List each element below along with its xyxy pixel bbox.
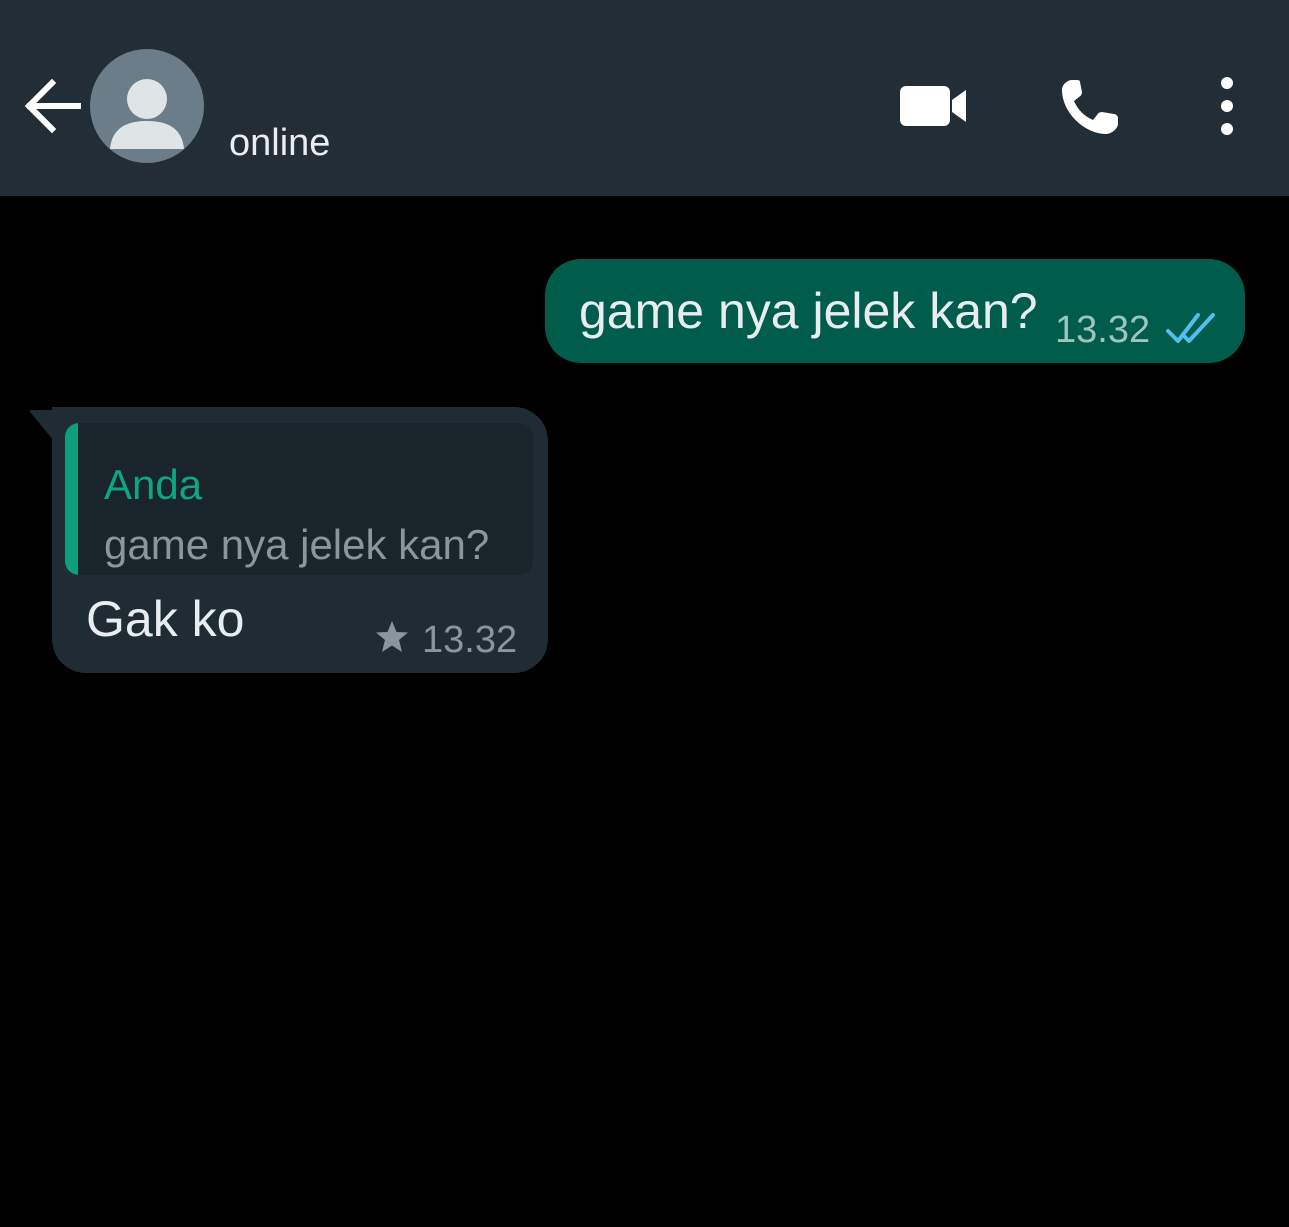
contact-avatar[interactable]: [90, 49, 204, 163]
arrow-left-icon[interactable]: [22, 78, 82, 134]
incoming-message-bubble[interactable]: Anda game nya jelek kan? Gak ko 13.32: [52, 407, 548, 673]
chat-screen: online game nya jelek kan? 13.32 Anda ga…: [0, 0, 1289, 1227]
star-icon: [374, 619, 410, 655]
default-avatar-icon: [110, 79, 184, 149]
quote-accent-bar: [65, 423, 78, 575]
message-time: 13.32: [1055, 309, 1151, 351]
more-vertical-icon[interactable]: [1210, 76, 1244, 136]
double-check-read-icon: [1165, 311, 1219, 347]
quoted-author: Anda: [104, 461, 203, 508]
video-call-icon[interactable]: [896, 78, 970, 134]
message-text: game nya jelek kan?: [579, 283, 1038, 339]
quoted-message[interactable]: Anda game nya jelek kan?: [65, 423, 533, 575]
contact-status: online: [229, 122, 331, 164]
phone-icon[interactable]: [1058, 76, 1122, 138]
chat-header: online: [0, 0, 1289, 196]
message-time: 13.32: [422, 619, 518, 661]
outgoing-message-bubble[interactable]: game nya jelek kan? 13.32: [545, 259, 1245, 363]
quoted-text: game nya jelek kan?: [104, 521, 490, 568]
message-text: Gak ko: [86, 591, 245, 647]
